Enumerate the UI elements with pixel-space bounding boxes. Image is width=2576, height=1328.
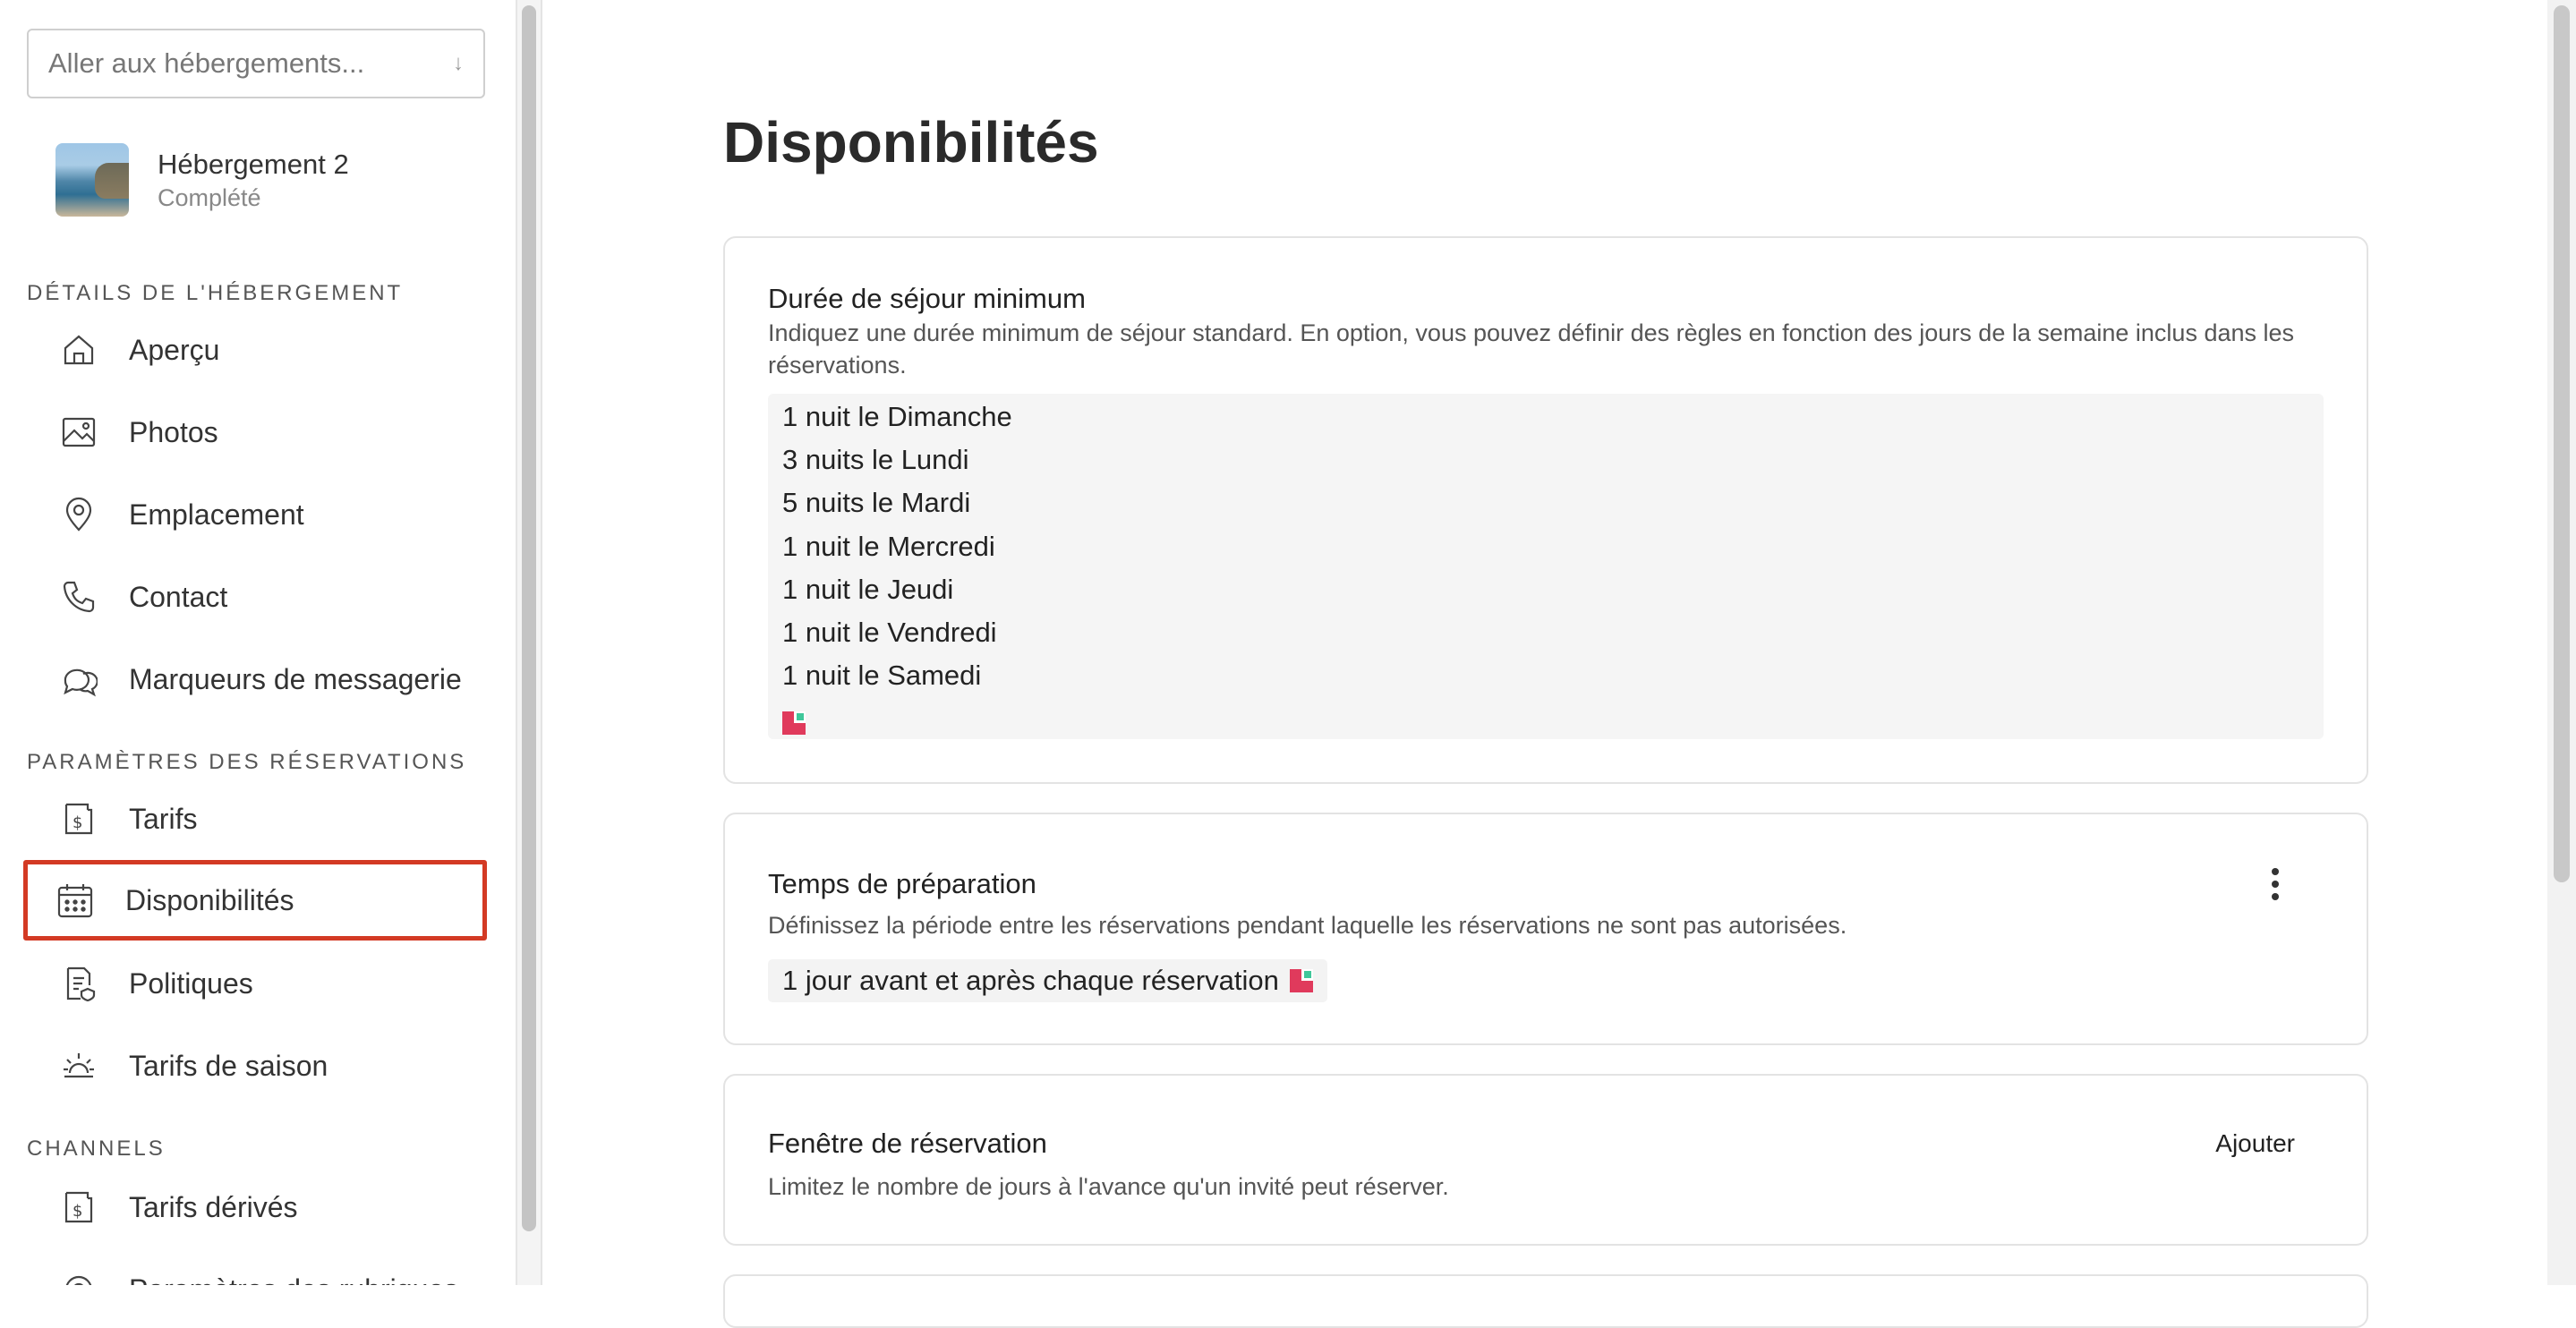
min-stay-rule: 1 nuit le Dimanche [782, 401, 1012, 432]
section-heading-details: DÉTAILS DE L'HÉBERGEMENT [27, 281, 404, 305]
price-tag-icon: $ [59, 1188, 98, 1227]
min-stay-rule: 1 nuit le Mercredi [782, 531, 995, 562]
sidebar-item-label: Marqueurs de messagerie [129, 662, 462, 695]
sidebar-item-label: Photos [129, 415, 218, 448]
sun-icon [59, 1046, 98, 1085]
sidebar-item-tarifs-derives[interactable]: $ Tarifs dérivés [27, 1169, 483, 1246]
prep-time-value: 1 jour avant et après chaque réservation [782, 965, 1279, 996]
sidebar-item-parametres-rubriques[interactable]: Paramètres des rubriques [27, 1251, 483, 1285]
sidebar-item-label: Emplacement [129, 498, 304, 531]
sidebar-item-politiques[interactable]: Politiques [27, 945, 483, 1022]
min-stay-rule: 5 nuits le Mardi [782, 487, 971, 518]
goto-listing-placeholder: Aller aux hébergements... [48, 47, 365, 79]
sidebar-item-label: Tarifs de saison [129, 1049, 328, 1082]
goto-listing-dropdown[interactable]: Aller aux hébergements... ↓ [27, 29, 485, 98]
min-stay-rule: 3 nuits le Lundi [782, 444, 969, 475]
prep-time-card[interactable]: Temps de préparation Définissez la pério… [723, 813, 2368, 1045]
listing-name: Hébergement 2 [158, 149, 349, 180]
min-stay-card[interactable]: Durée de séjour minimum Indiquez une dur… [723, 236, 2368, 784]
more-options-icon[interactable] [2270, 868, 2281, 904]
sidebar-item-label: Tarifs [129, 802, 198, 835]
section-heading-channels: CHANNELS [27, 1136, 166, 1161]
min-stay-rule: 1 nuit le Samedi [782, 660, 982, 691]
booking-window-title: Fenêtre de réservation [768, 1128, 1047, 1159]
location-pin-icon [59, 495, 98, 534]
chat-bubbles-icon [59, 660, 98, 699]
sidebar-item-contact[interactable]: Contact [27, 558, 483, 635]
prep-time-description: Définissez la période entre les réservat… [768, 912, 1847, 939]
calendar-icon [55, 881, 95, 920]
sidebar-item-label: Disponibilités [125, 883, 294, 916]
main-content: Disponibilités Durée de séjour minimum I… [542, 0, 2547, 1328]
settings-icon [59, 1270, 98, 1285]
main-scrollbar-thumb[interactable] [2554, 5, 2570, 882]
min-stay-title: Durée de séjour minimum [768, 283, 1086, 314]
svg-text:$: $ [73, 813, 82, 832]
listing-header[interactable]: Hébergement 2 Complété [55, 143, 349, 217]
image-icon [59, 413, 98, 452]
sidebar-item-label: Aperçu [129, 333, 220, 366]
phone-icon [59, 577, 98, 617]
booking-window-description: Limitez le nombre de jours à l'avance qu… [768, 1173, 1449, 1200]
listing-status: Complété [158, 184, 261, 211]
min-stay-description: Indiquez une durée minimum de séjour sta… [768, 319, 2295, 379]
price-tag-icon: $ [59, 799, 98, 839]
sidebar-item-photos[interactable]: Photos [27, 394, 483, 471]
sidebar-item-tarifs-saison[interactable]: Tarifs de saison [27, 1027, 483, 1104]
sidebar-item-tarifs[interactable]: $ Tarifs [27, 780, 483, 857]
sidebar-item-emplacement[interactable]: Emplacement [27, 476, 483, 553]
svg-text:$: $ [73, 1202, 82, 1221]
section-heading-reservations: PARAMÈTRES DES RÉSERVATIONS [27, 750, 467, 774]
sidebar-item-label: Paramètres des rubriques [129, 1273, 458, 1286]
sidebar-item-apercu[interactable]: Aperçu [27, 311, 483, 388]
booking-window-card[interactable]: Fenêtre de réservation Limitez le nombre… [723, 1074, 2368, 1246]
prep-time-title: Temps de préparation [768, 868, 1036, 899]
min-stay-rule: 1 nuit le Jeudi [782, 574, 954, 605]
next-card[interactable] [723, 1274, 2368, 1328]
policy-document-icon [59, 964, 98, 1003]
min-stay-rule: 1 nuit le Vendredi [782, 617, 997, 648]
sidebar-item-label: Politiques [129, 966, 253, 1000]
home-icon [59, 330, 98, 370]
min-stay-rules[interactable]: 1 nuit le Dimanche 3 nuits le Lundi 5 nu… [768, 394, 2324, 739]
sidebar-item-label: Tarifs dérivés [129, 1190, 298, 1223]
prep-time-value-pill[interactable]: 1 jour avant et après chaque réservation [768, 959, 1327, 1002]
sidebar-item-disponibilites[interactable]: Disponibilités [23, 860, 487, 941]
sidebar-item-label: Contact [129, 580, 228, 613]
page-title: Disponibilités [723, 110, 1099, 175]
chevron-down-icon: ↓ [453, 51, 464, 75]
extension-badge-icon[interactable] [782, 705, 806, 737]
extension-badge-icon[interactable] [1289, 969, 1313, 992]
listing-thumbnail [55, 143, 129, 217]
sidebar-scrollbar-thumb[interactable] [522, 5, 536, 1231]
booking-window-add-button[interactable]: Ajouter [2215, 1129, 2295, 1158]
sidebar: Aller aux hébergements... ↓ Hébergement … [0, 0, 517, 1285]
sidebar-item-marqueurs[interactable]: Marqueurs de messagerie [27, 641, 483, 718]
